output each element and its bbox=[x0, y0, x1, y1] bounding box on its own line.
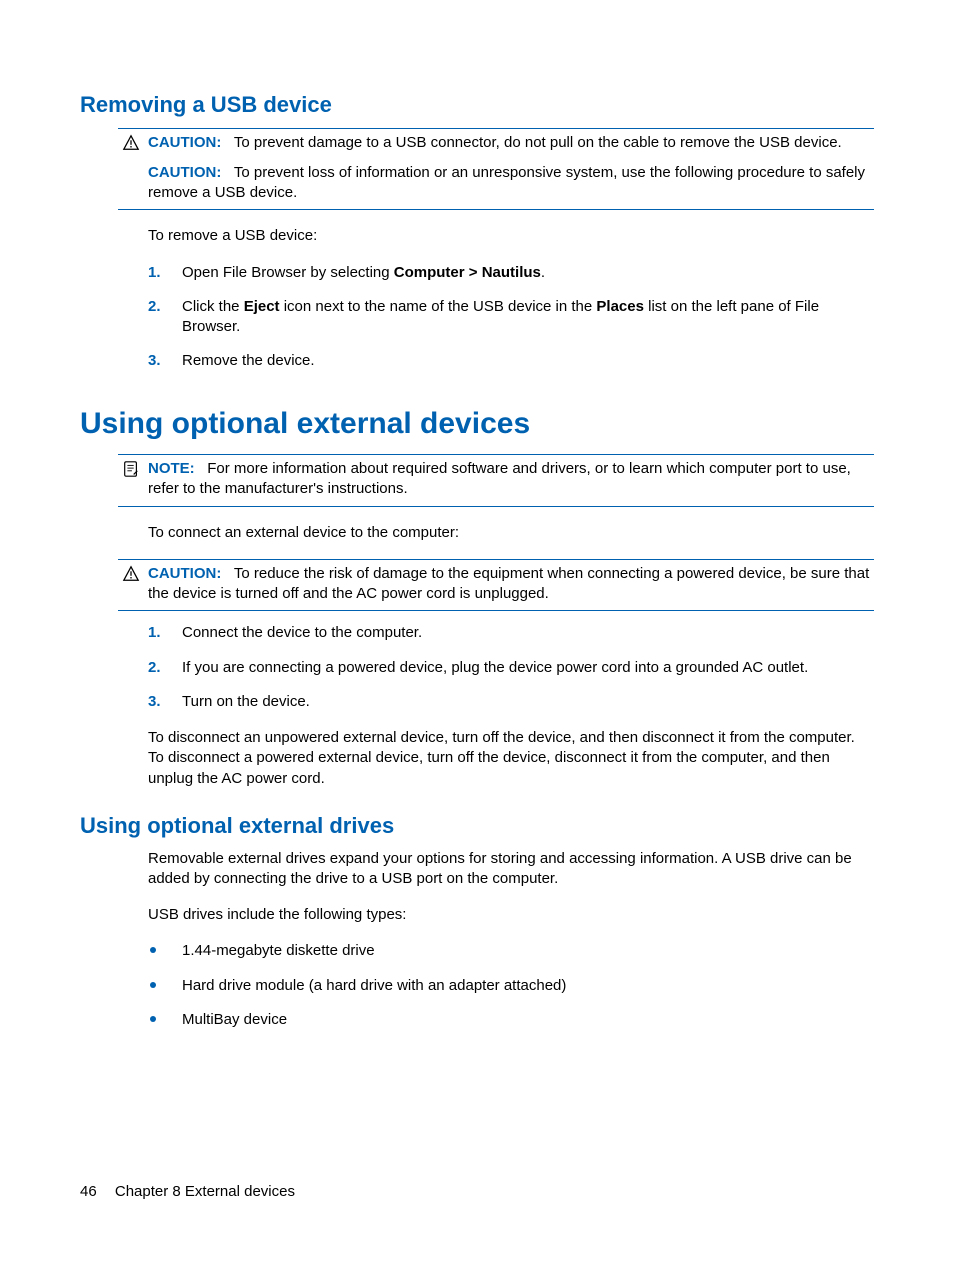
intro-text: To remove a USB device: bbox=[148, 226, 874, 246]
caution-label: CAUTION: bbox=[148, 134, 221, 151]
note-text: For more information about required soft… bbox=[148, 460, 851, 497]
list-item: Hard drive module (a hard drive with an … bbox=[148, 976, 874, 996]
note-label: NOTE: bbox=[148, 460, 195, 477]
step-number: 2. bbox=[148, 297, 161, 317]
step-item: 2. If you are connecting a powered devic… bbox=[148, 658, 874, 678]
step-number: 1. bbox=[148, 623, 161, 643]
step-text: Click the bbox=[182, 298, 244, 315]
caution-callout: CAUTION: To reduce the risk of damage to… bbox=[118, 559, 874, 612]
chapter-title: Chapter 8 External devices bbox=[115, 1183, 295, 1200]
step-item: 1. Open File Browser by selecting Comput… bbox=[148, 263, 874, 283]
step-item: 2. Click the Eject icon next to the name… bbox=[148, 297, 874, 338]
note-icon bbox=[122, 460, 140, 478]
step-text: Connect the device to the computer. bbox=[182, 624, 422, 641]
caution-label: CAUTION: bbox=[148, 164, 221, 181]
step-text: . bbox=[541, 264, 545, 281]
step-item: 3. Remove the device. bbox=[148, 351, 874, 371]
page-number: 46 bbox=[80, 1183, 97, 1200]
caution-text: To reduce the risk of damage to the equi… bbox=[148, 565, 869, 602]
heading-optional-external-devices: Using optional external devices bbox=[80, 404, 874, 445]
step-item: 3. Turn on the device. bbox=[148, 692, 874, 712]
list-text: MultiBay device bbox=[182, 1011, 287, 1028]
body-text: USB drives include the following types: bbox=[148, 905, 874, 925]
list-item: MultiBay device bbox=[148, 1010, 874, 1030]
step-bold: Eject bbox=[244, 298, 280, 315]
list-text: Hard drive module (a hard drive with an … bbox=[182, 977, 566, 994]
note-callout: NOTE: For more information about require… bbox=[118, 454, 874, 507]
step-text: If you are connecting a powered device, … bbox=[182, 659, 808, 676]
step-number: 3. bbox=[148, 692, 161, 712]
step-bold: Places bbox=[596, 298, 644, 315]
step-text: Remove the device. bbox=[182, 352, 315, 369]
caution-label: CAUTION: bbox=[148, 565, 221, 582]
step-number: 3. bbox=[148, 351, 161, 371]
heading-removing-usb: Removing a USB device bbox=[80, 90, 874, 120]
list-item: 1.44-megabyte diskette drive bbox=[148, 941, 874, 961]
page-footer: 46 Chapter 8 External devices bbox=[80, 1182, 295, 1202]
caution-icon bbox=[122, 134, 140, 152]
list-text: 1.44-megabyte diskette drive bbox=[182, 942, 375, 959]
step-item: 1. Connect the device to the computer. bbox=[148, 623, 874, 643]
step-number: 1. bbox=[148, 263, 161, 283]
caution-icon bbox=[122, 565, 140, 583]
heading-optional-external-drives: Using optional external drives bbox=[80, 811, 874, 841]
step-bold: Computer > Nautilus bbox=[394, 264, 541, 281]
step-number: 2. bbox=[148, 658, 161, 678]
step-text: Turn on the device. bbox=[182, 693, 310, 710]
step-text: Open File Browser by selecting bbox=[182, 264, 394, 281]
body-text: Removable external drives expand your op… bbox=[148, 849, 874, 890]
caution-callout: CAUTION: To prevent damage to a USB conn… bbox=[118, 128, 874, 211]
caution-text: To prevent loss of information or an unr… bbox=[148, 164, 865, 201]
step-text: icon next to the name of the USB device … bbox=[280, 298, 597, 315]
outro-text: To disconnect an unpowered external devi… bbox=[148, 728, 874, 789]
caution-text: To prevent damage to a USB connector, do… bbox=[234, 134, 842, 151]
intro-text: To connect an external device to the com… bbox=[148, 523, 874, 543]
